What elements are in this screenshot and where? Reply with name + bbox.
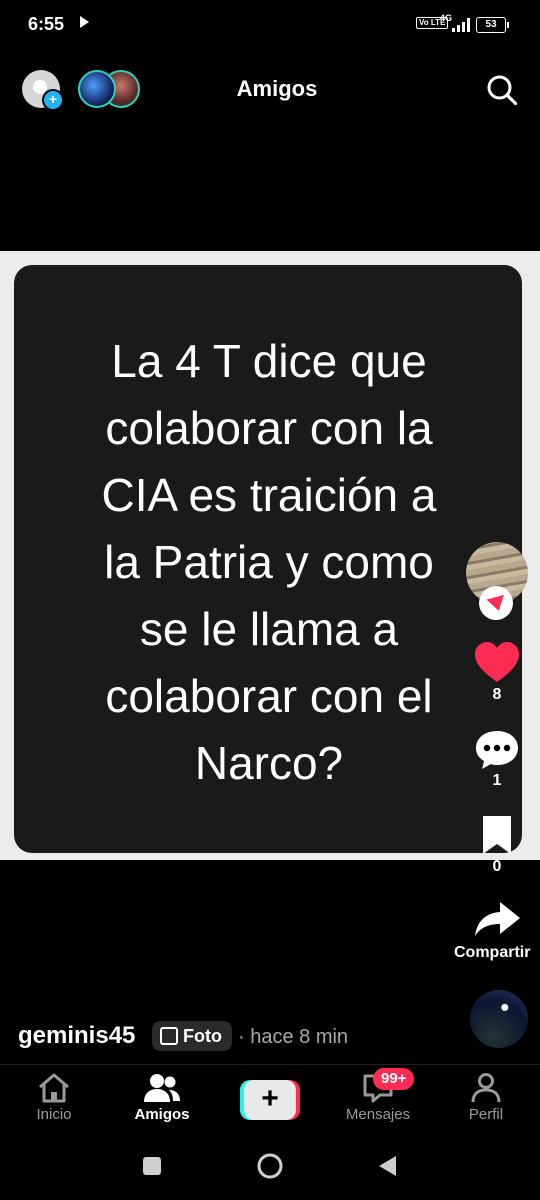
- create-button[interactable]: +: [240, 1080, 300, 1120]
- recents-icon[interactable]: [142, 1156, 162, 1176]
- post-image-text: La 4 T dice que colaborar con la CIA es …: [26, 328, 512, 797]
- nav-profile-label: Perfil: [468, 1106, 504, 1123]
- share-label[interactable]: Compartir: [454, 944, 530, 962]
- post-time: · hace 8 min: [238, 1026, 349, 1048]
- nav-inbox-label: Mensajes: [345, 1106, 411, 1123]
- photo-badge-label: Foto: [183, 1026, 222, 1046]
- image-text-line: La 4 T dice que: [111, 335, 427, 387]
- friends-icon: [144, 1074, 180, 1102]
- status-bar: 6:55 Vo LTE 4G 53: [0, 0, 540, 50]
- image-text-line: se le llama a: [139, 603, 399, 655]
- comment-count: 1: [492, 772, 502, 789]
- nav-profile[interactable]: Perfil: [436, 1072, 536, 1123]
- bookmark-icon[interactable]: [470, 814, 524, 856]
- image-text-line: colaborar con la: [105, 402, 433, 454]
- comment-icon[interactable]: [470, 728, 524, 772]
- repost-icon[interactable]: [479, 586, 513, 620]
- system-nav-bar: [0, 1138, 540, 1200]
- back-icon[interactable]: [376, 1154, 398, 1178]
- image-text-line: CIA es traición a: [101, 469, 437, 521]
- image-text-line: la Patria y como: [104, 536, 434, 588]
- home-button-icon[interactable]: [256, 1152, 284, 1180]
- like-count: 8: [492, 686, 502, 703]
- profile-icon: [471, 1073, 501, 1103]
- post-username[interactable]: geminis45: [18, 1022, 135, 1050]
- home-icon: [39, 1073, 69, 1103]
- share-icon[interactable]: [470, 898, 524, 940]
- like-heart-icon[interactable]: [470, 640, 524, 684]
- inbox-badge: 99+: [373, 1068, 415, 1090]
- search-icon[interactable]: [486, 74, 518, 106]
- photo-icon: [160, 1027, 178, 1045]
- nav-friends-label: Amigos: [134, 1106, 190, 1123]
- battery-icon: 53: [476, 17, 509, 33]
- signal-icon: [452, 18, 472, 32]
- image-text-line: Narco?: [194, 737, 344, 789]
- nav-home[interactable]: Inicio: [4, 1072, 104, 1123]
- network-type: 4G: [440, 13, 453, 23]
- create-icon: +: [244, 1080, 296, 1120]
- photo-type-badge: Foto: [152, 1021, 232, 1051]
- save-count: 0: [492, 858, 502, 875]
- nav-friends[interactable]: Amigos: [112, 1072, 212, 1123]
- nav-home-label: Inicio: [36, 1106, 72, 1123]
- status-time: 6:55: [28, 14, 65, 34]
- media-playing-icon: [80, 16, 89, 28]
- friend-avatar[interactable]: [78, 70, 116, 108]
- image-text-line: colaborar con el: [105, 670, 433, 722]
- sound-disc-icon[interactable]: [470, 990, 528, 1048]
